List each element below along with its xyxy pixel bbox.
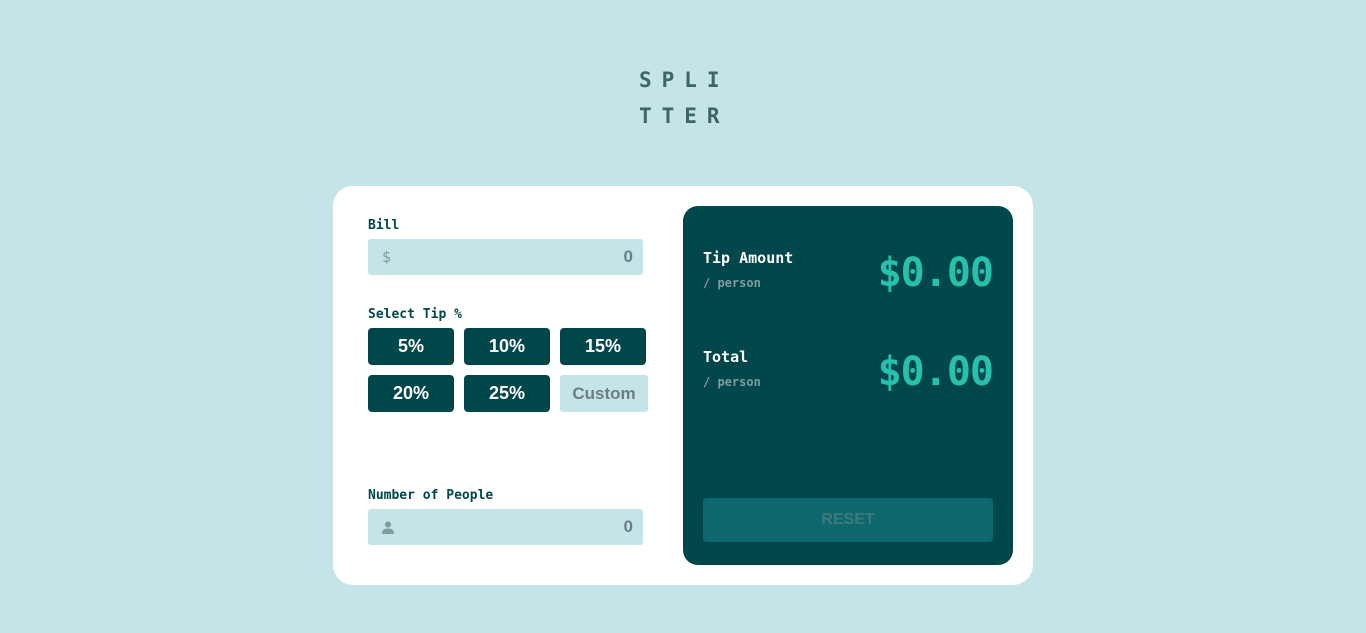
custom-tip-input[interactable] bbox=[560, 375, 648, 412]
dollar-icon: $ bbox=[382, 248, 392, 266]
number-of-people-label: Number of People bbox=[368, 488, 494, 503]
tip-button-5[interactable]: 5% bbox=[368, 328, 454, 365]
tip-amount-label: Tip Amount bbox=[703, 249, 794, 267]
tip-button-15[interactable]: 15% bbox=[560, 328, 646, 365]
app-logo: SPLI TTER bbox=[639, 62, 739, 134]
calculator-card: Bill $ Select Tip % 5% 10% 15% 20% 25% N… bbox=[333, 186, 1033, 585]
tip-button-20[interactable]: 20% bbox=[368, 375, 454, 412]
people-field[interactable] bbox=[368, 509, 643, 545]
total-per-person-label: / person bbox=[703, 375, 761, 389]
bill-field[interactable]: $ bbox=[368, 239, 643, 275]
total-label: Total bbox=[703, 348, 749, 366]
bill-input[interactable] bbox=[404, 239, 633, 275]
tip-button-10[interactable]: 10% bbox=[464, 328, 550, 365]
logo-line-1: SPLI bbox=[639, 68, 730, 92]
result-panel: Tip Amount / person $0.00 Total / person… bbox=[683, 206, 1013, 565]
logo-line-2: TTER bbox=[639, 104, 730, 128]
tip-button-25[interactable]: 25% bbox=[464, 375, 550, 412]
tip-amount-value: $0.00 bbox=[877, 250, 994, 296]
bill-label: Bill bbox=[368, 218, 400, 233]
tip-amount-per-person-label: / person bbox=[703, 276, 761, 290]
total-value: $0.00 bbox=[877, 349, 994, 395]
select-tip-label: Select Tip % bbox=[368, 307, 462, 322]
people-input[interactable] bbox=[404, 509, 633, 545]
person-icon bbox=[382, 521, 394, 534]
reset-button[interactable]: RESET bbox=[703, 498, 993, 542]
